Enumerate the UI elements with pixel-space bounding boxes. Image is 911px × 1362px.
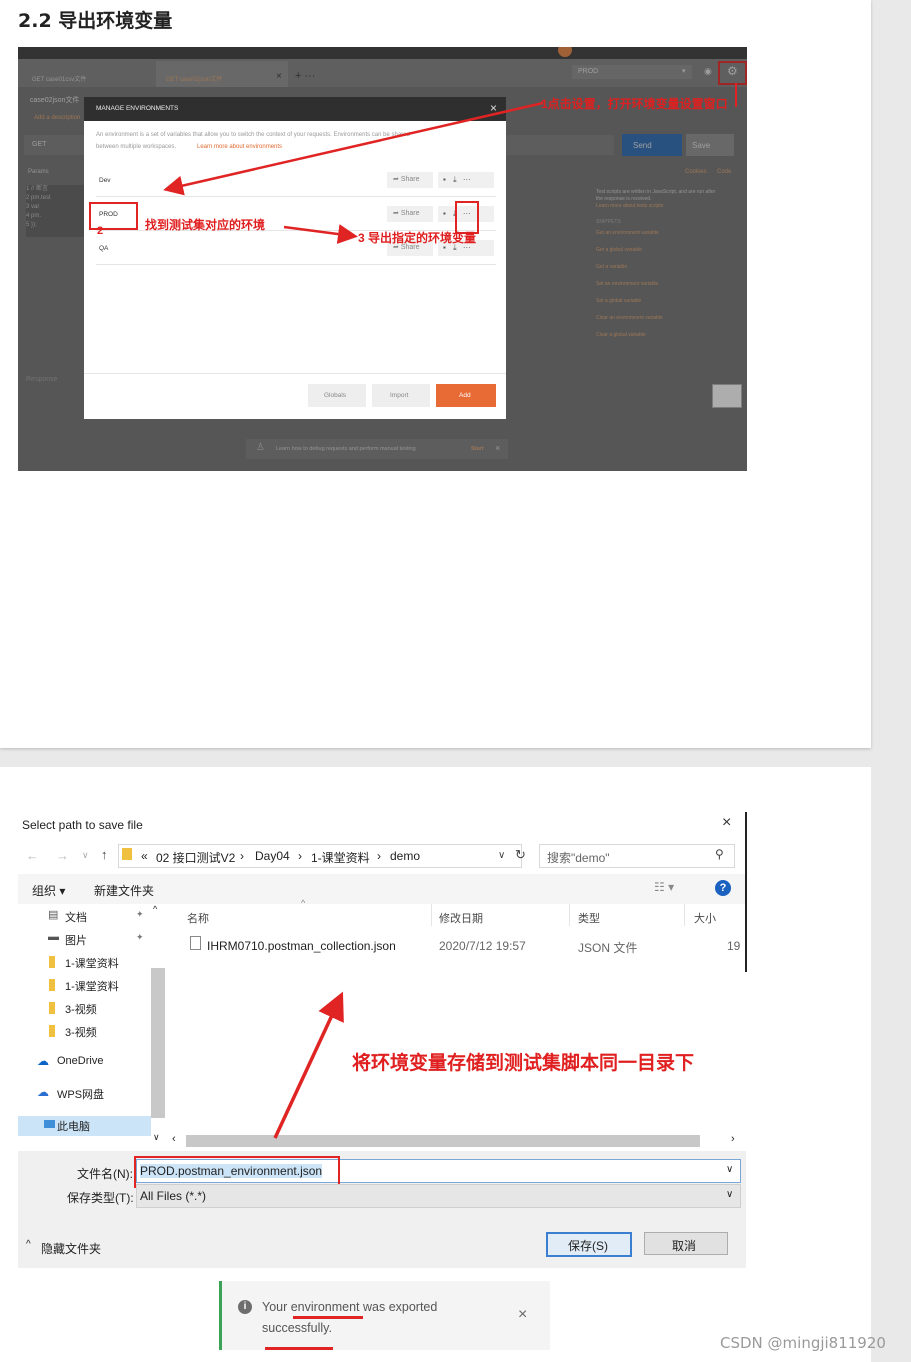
underline-annotation <box>293 1316 363 1319</box>
hide-folders-toggle[interactable]: 隐藏文件夹 <box>41 1240 101 1257</box>
filetype-label: 保存类型(T): <box>67 1191 134 1205</box>
annotation-arrows <box>163 83 737 244</box>
info-icon: i <box>238 1300 252 1314</box>
section-heading: 2.2 导出环境变量 <box>18 10 173 32</box>
watermark: CSDN @mingji811920 <box>720 1334 886 1352</box>
cancel-button-label: 取消 <box>672 1239 697 1253</box>
chevron-down-icon[interactable]: ∨ <box>726 1189 733 1200</box>
close-toast-icon[interactable]: × <box>518 1306 527 1324</box>
postman-screenshot: GET case01csv文件 GET case02json文件 × + ···… <box>18 47 747 471</box>
filetype-value: All Files (*.*) <box>140 1189 207 1203</box>
toast-message: Your environment was exported <box>262 1300 438 1314</box>
save-button-label: 保存(S) <box>568 1239 608 1253</box>
chevron-down-icon[interactable]: ∨ <box>726 1164 733 1175</box>
hide-folders-icon[interactable]: ^ <box>26 1239 31 1250</box>
save-file-dialog: Select path to save file × ← → ∨ ↑ « 02 … <box>18 812 747 1268</box>
filetype-select[interactable] <box>136 1184 741 1208</box>
export-toast: i Your environment was exported successf… <box>219 1281 550 1350</box>
toast-message-2: successfully. <box>262 1321 332 1335</box>
underline-annotation <box>265 1347 333 1350</box>
filename-label: 文件名(N): <box>77 1167 133 1181</box>
